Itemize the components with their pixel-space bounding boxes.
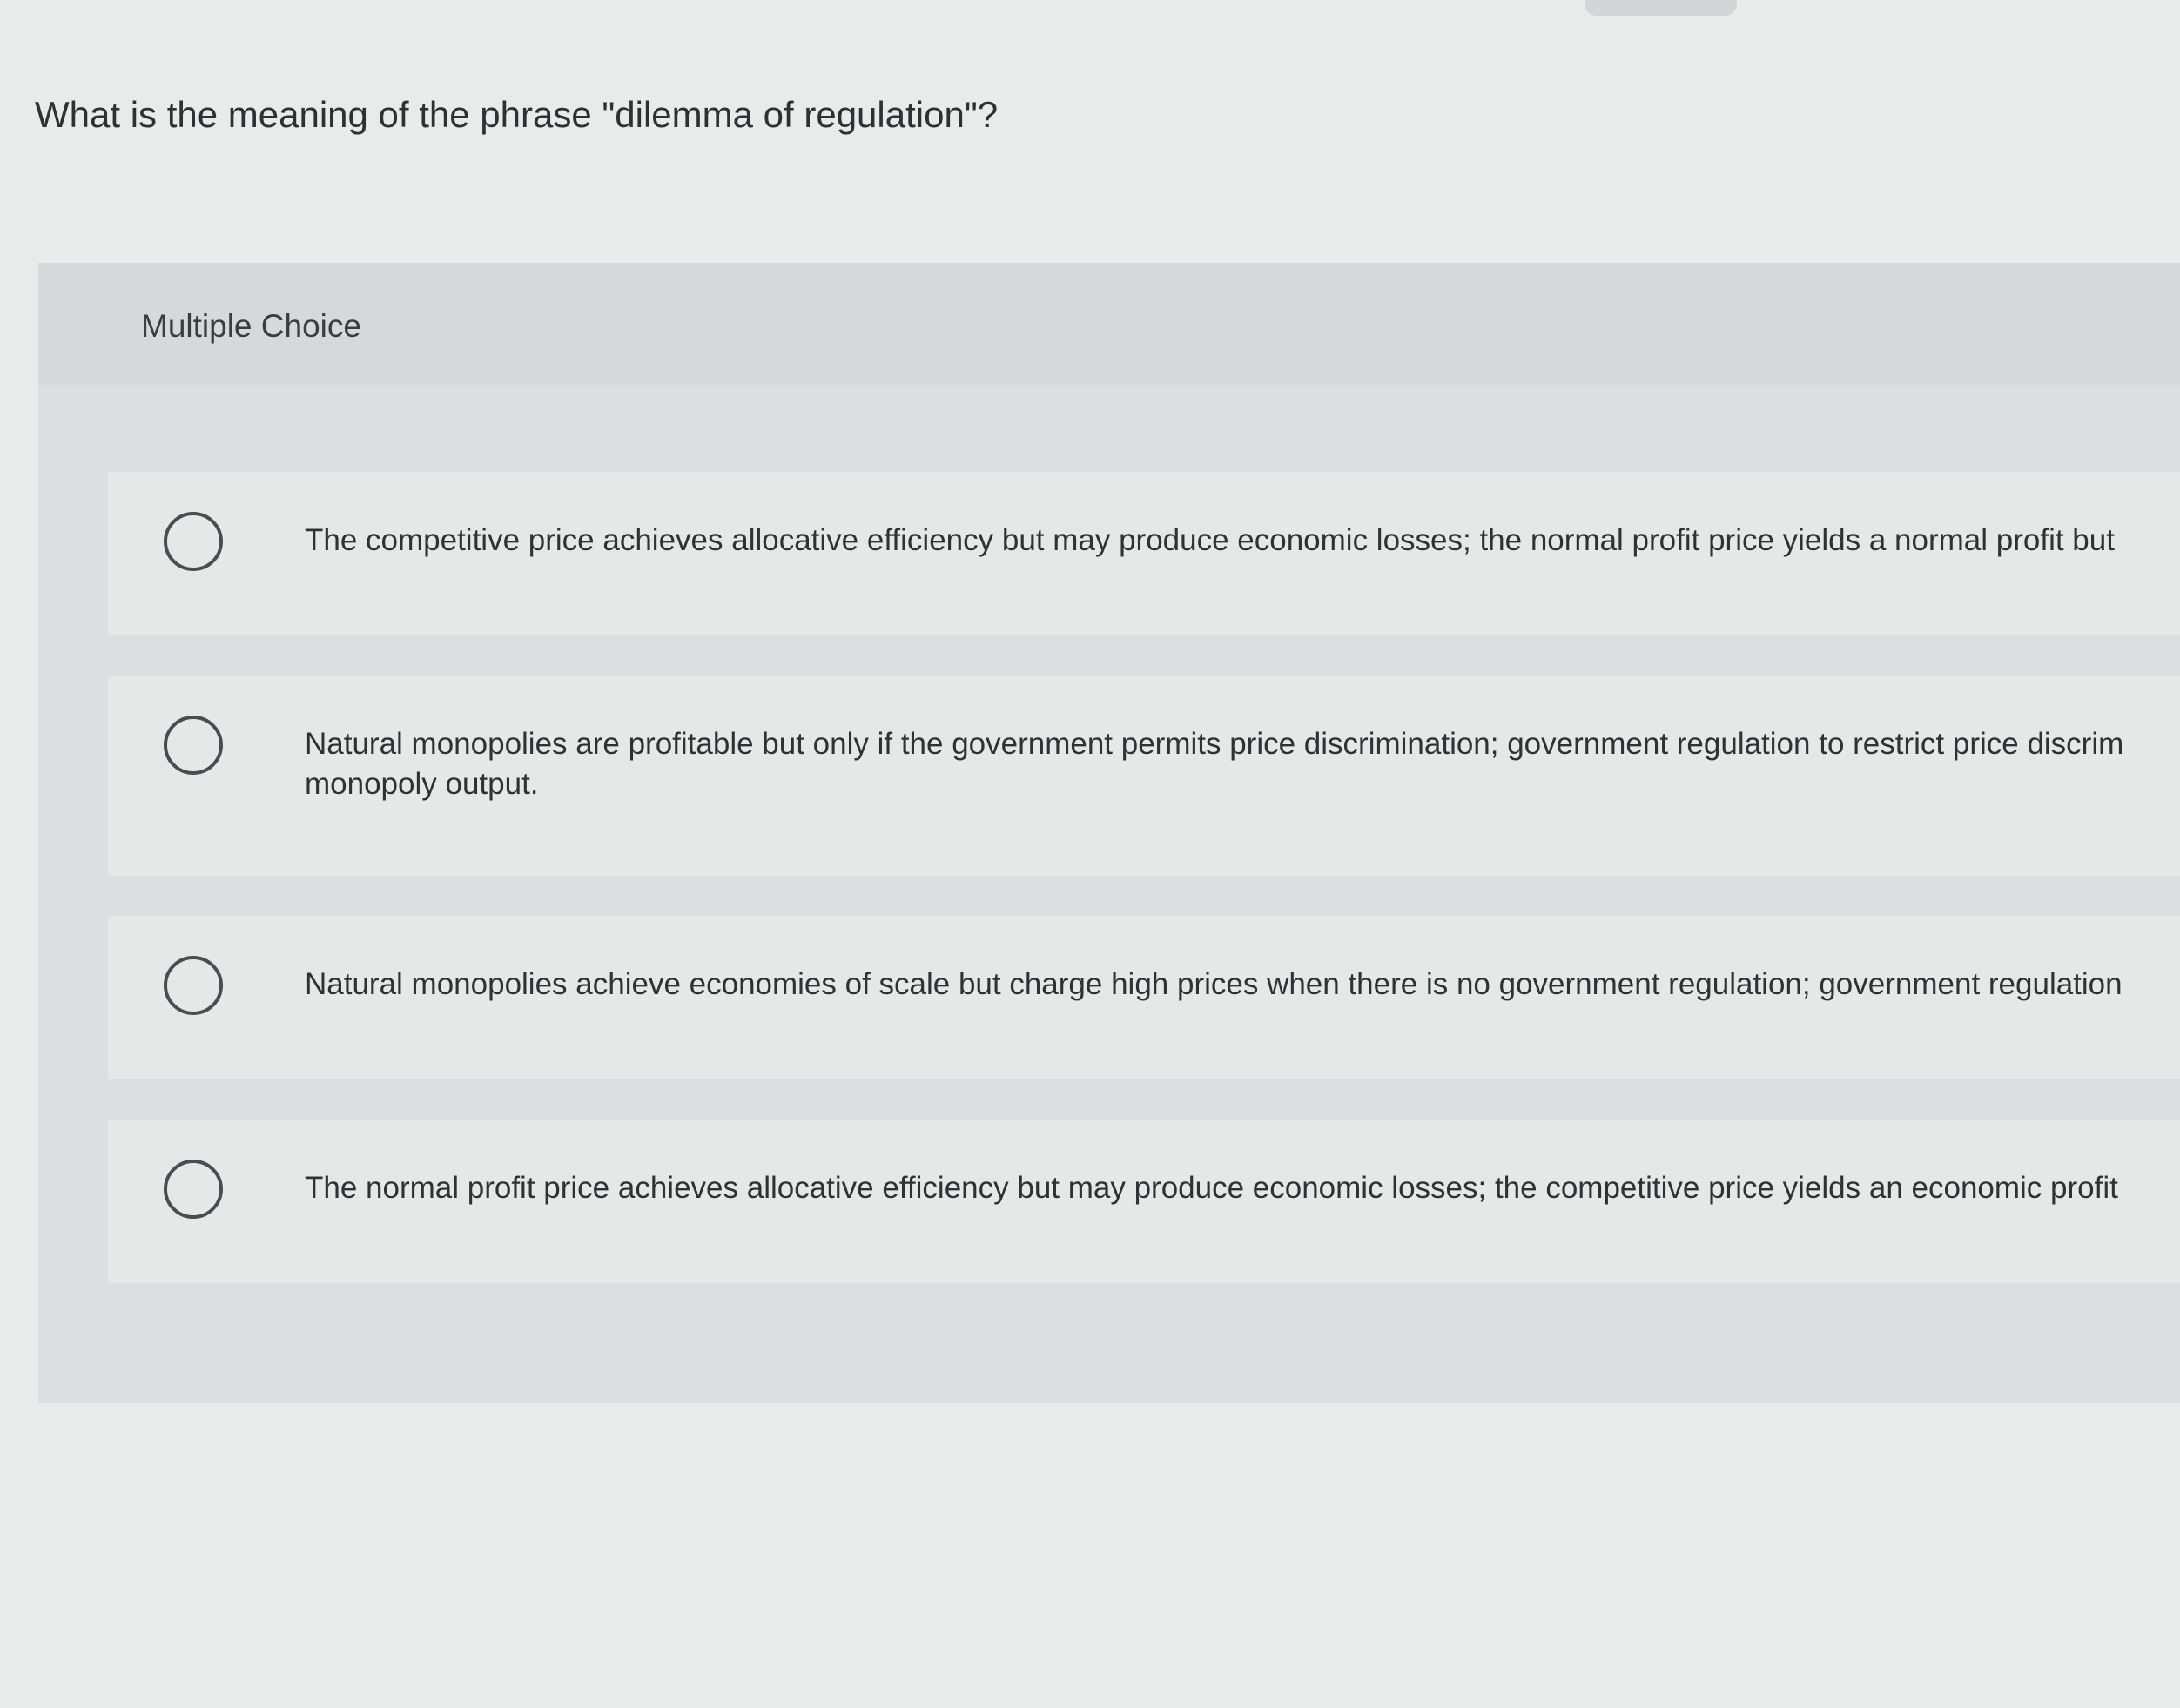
answer-option-1[interactable]: The competitive price achieves allocativ…: [108, 472, 2180, 635]
radio-button-option-2[interactable]: [164, 716, 223, 775]
answer-option-3[interactable]: Natural monopolies achieve economies of …: [108, 916, 2180, 1079]
answer-option-1-text[interactable]: The competitive price achieves allocativ…: [305, 521, 2180, 561]
radio-button-option-3[interactable]: [164, 956, 223, 1015]
radio-button-option-4[interactable]: [164, 1160, 223, 1219]
answer-option-2-text[interactable]: Natural monopolies are profitable but on…: [305, 724, 2180, 804]
radio-button-option-1[interactable]: [164, 512, 223, 571]
answer-option-4[interactable]: The normal profit price achieves allocat…: [108, 1120, 2180, 1283]
multiple-choice-panel: Multiple Choice The competitive price ac…: [38, 263, 2180, 1403]
question-text: What is the meaning of the phrase "dilem…: [35, 94, 999, 135]
multiple-choice-header: Multiple Choice: [38, 263, 2180, 385]
answer-option-4-text[interactable]: The normal profit price achieves allocat…: [305, 1168, 2180, 1208]
answer-options: The competitive price achieves allocativ…: [108, 472, 2180, 1323]
top-tab: [1585, 0, 1737, 16]
answer-option-3-text[interactable]: Natural monopolies achieve economies of …: [305, 965, 2180, 1005]
answer-option-2[interactable]: Natural monopolies are profitable but on…: [108, 676, 2180, 876]
multiple-choice-label: Multiple Choice: [141, 308, 361, 344]
